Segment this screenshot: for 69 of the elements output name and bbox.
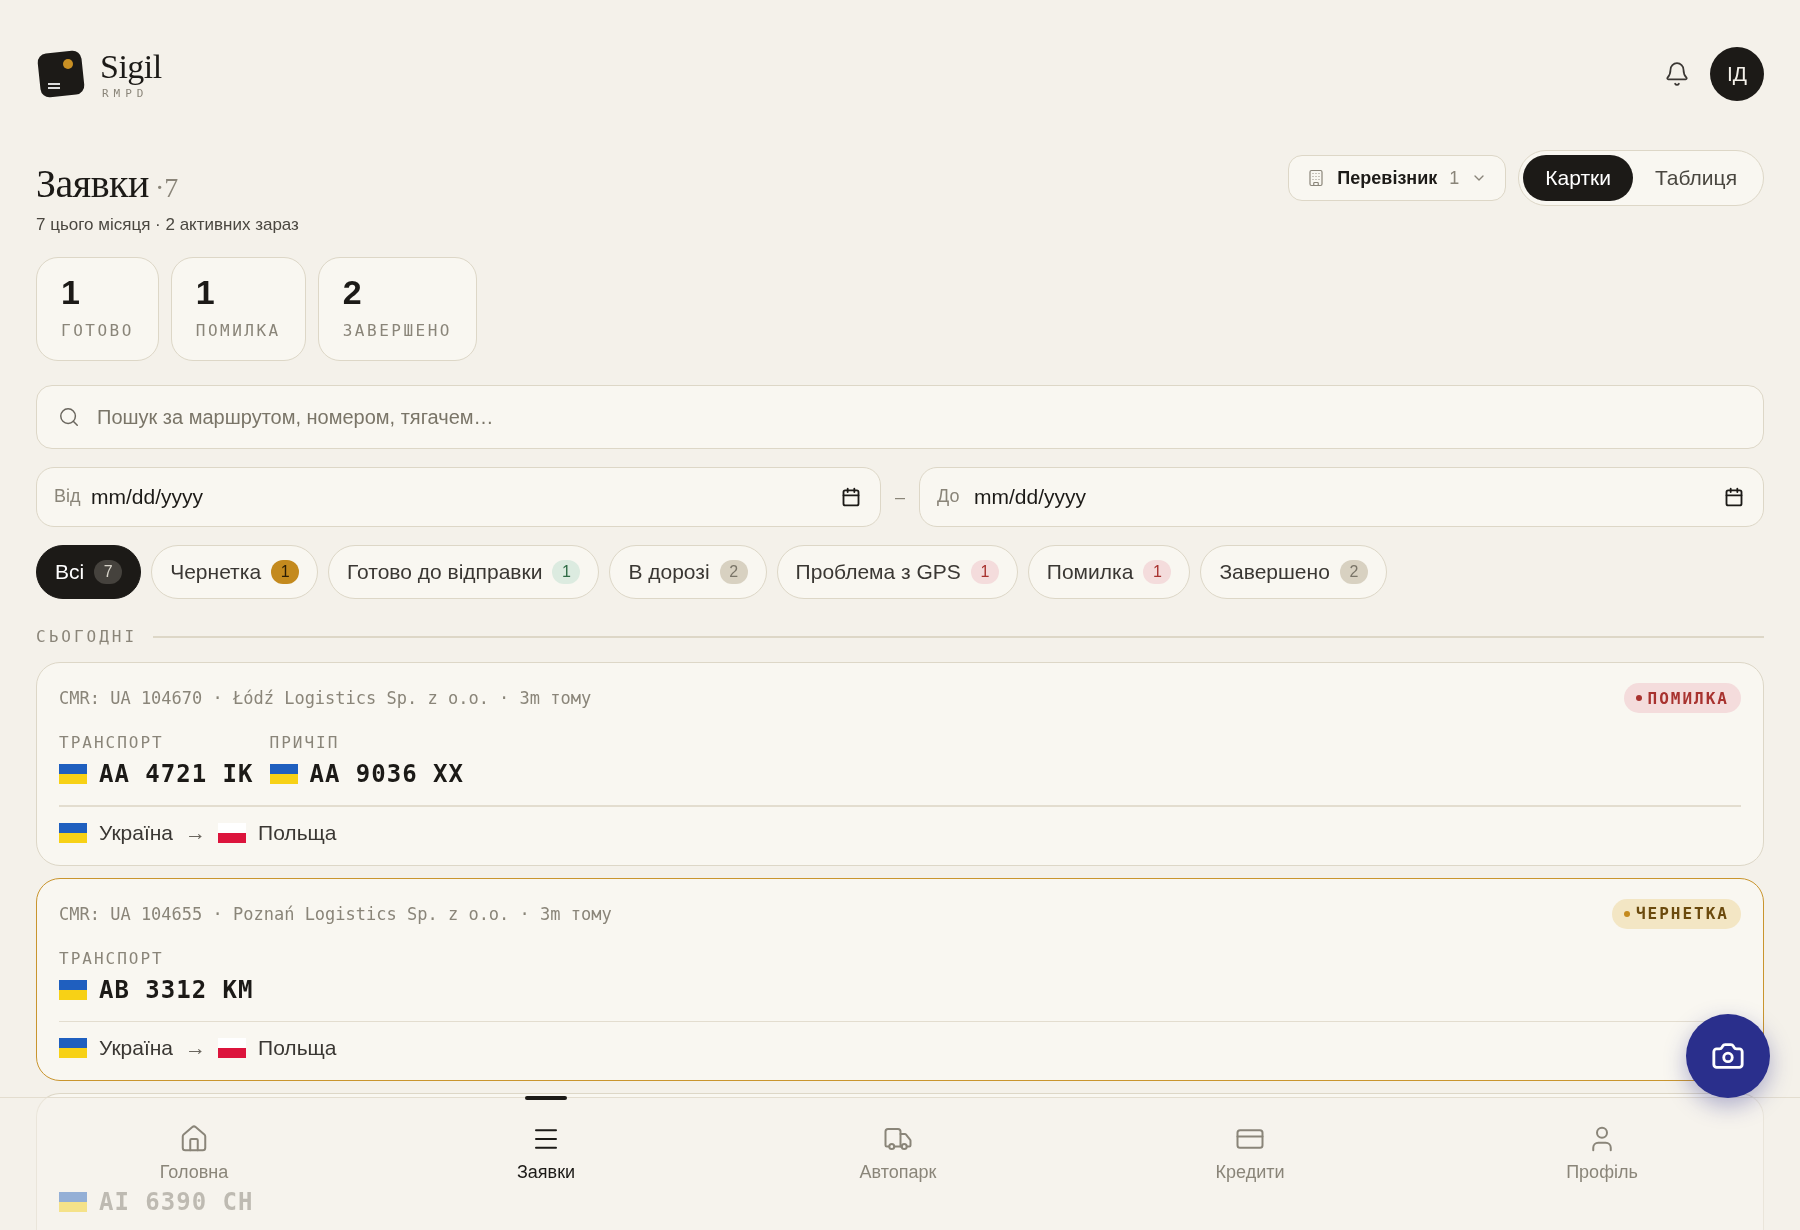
stat-label: ЗАВЕРШЕНО xyxy=(342,321,452,341)
brand-tagline: RMPD xyxy=(102,87,150,99)
logo-icon xyxy=(36,49,86,99)
vehicle-label: ПРИЧІП xyxy=(269,733,341,753)
range-separator: – xyxy=(895,486,905,508)
section-label: СЬОГОДНІ xyxy=(36,627,138,647)
brand-name: Sigil xyxy=(100,49,162,84)
filter-chip[interactable]: В дорозі 2 xyxy=(609,545,767,600)
stat-value: 2 xyxy=(342,274,363,312)
filter-chip[interactable]: Всі 7 xyxy=(36,545,142,600)
page-title: Заявки xyxy=(36,160,149,207)
plate-number: AI 6390 CH xyxy=(99,1188,254,1217)
count-badge: 7 xyxy=(94,560,123,585)
date-label: Від xyxy=(54,486,81,508)
plate-number: AA 4721 IK xyxy=(99,760,254,789)
count-badge: 2 xyxy=(719,560,748,585)
stat-value: 1 xyxy=(195,274,216,312)
status-badge: ЧЕРНЕТКА xyxy=(1611,898,1741,929)
flag-icon xyxy=(59,822,87,843)
title-count: ·7 xyxy=(154,172,179,204)
plate-number: AA 9036 XX xyxy=(309,760,464,789)
date-label: До xyxy=(937,486,960,508)
flag-icon xyxy=(59,979,87,1000)
count-badge: 2 xyxy=(1339,560,1368,585)
search-icon xyxy=(58,406,80,429)
count-badge: 1 xyxy=(552,560,581,585)
vehicle-label: ТРАНСПОРТ xyxy=(59,733,165,753)
count-badge: 1 xyxy=(1143,560,1172,585)
order-card[interactable]: CMR: UA 104655 · Poznań Logistics Sp. z o.o. · 3m тому ЧЕРНЕТКА ТРАНСПОРТ AB 3312 KM Україна → Польща xyxy=(36,877,1764,1082)
count-badge: 1 xyxy=(271,560,300,585)
stat-label: ГОТОВО xyxy=(61,321,134,341)
user-avatar[interactable]: ІД xyxy=(1710,47,1764,101)
route-destination: Польща xyxy=(258,1036,337,1061)
filter-chip[interactable]: Готово до відправки 1 xyxy=(328,545,600,600)
status-badge: ПОМИЛКА xyxy=(1623,683,1741,714)
building-icon xyxy=(1307,169,1326,187)
flag-icon xyxy=(269,764,298,785)
filter-chip[interactable]: Завершено 2 xyxy=(1200,545,1387,600)
view-tab[interactable]: Таблиця xyxy=(1632,155,1759,201)
plate-number: AB 3312 KM xyxy=(99,975,254,1004)
flag-icon xyxy=(59,1038,87,1059)
flag-icon xyxy=(59,1192,87,1213)
route-destination: Польща xyxy=(258,820,337,845)
route-arrow: → xyxy=(185,820,207,845)
home-icon xyxy=(179,1124,209,1154)
carrier-filter[interactable]: Перевізник 1 xyxy=(1288,155,1507,201)
calendar-icon[interactable] xyxy=(841,487,861,508)
vehicle-label: ТРАНСПОРТ xyxy=(59,948,165,968)
bell-icon[interactable] xyxy=(1664,61,1690,87)
count-badge: 1 xyxy=(970,560,999,585)
search-field[interactable]: Пошук за маршрутом, номером, тягачем… xyxy=(36,385,1764,450)
filter-chip[interactable]: Чернетка 1 xyxy=(151,545,319,600)
order-card[interactable]: CMR: UA 104670 · Łódź Logistics Sp. z o.o. · 3m тому ПОМИЛКА ТРАНСПОРТ AA 4721 IK ПРИЧІП AA 9036 XX Україна → Польща xyxy=(36,662,1764,866)
order-meta: CMR: UA 104670 · Łódź Logistics Sp. z o.o. · 3m тому xyxy=(59,688,592,709)
route-origin: Україна xyxy=(99,820,174,845)
order-meta: CMR: UA 104655 · Poznań Logistics Sp. z o.o. · 3m тому xyxy=(59,903,612,924)
route-origin: Україна xyxy=(99,1036,174,1061)
flag-icon xyxy=(218,1038,247,1059)
nav-tab[interactable]: Заявки xyxy=(370,1098,722,1230)
calendar-icon[interactable] xyxy=(1724,487,1744,508)
view-tab[interactable]: Картки xyxy=(1523,155,1633,201)
route-arrow: → xyxy=(185,1036,207,1061)
stat-value: 1 xyxy=(61,274,81,312)
stat-label: ПОМИЛКА xyxy=(195,321,281,341)
filter-chip[interactable]: Проблема з GPS 1 xyxy=(776,545,1018,600)
page-subtitle: 7 цього місяця · 2 активних зараз xyxy=(36,215,299,235)
flag-icon xyxy=(59,764,87,785)
filter-chip[interactable]: Помилка 1 xyxy=(1027,545,1191,600)
flag-icon xyxy=(218,822,247,843)
